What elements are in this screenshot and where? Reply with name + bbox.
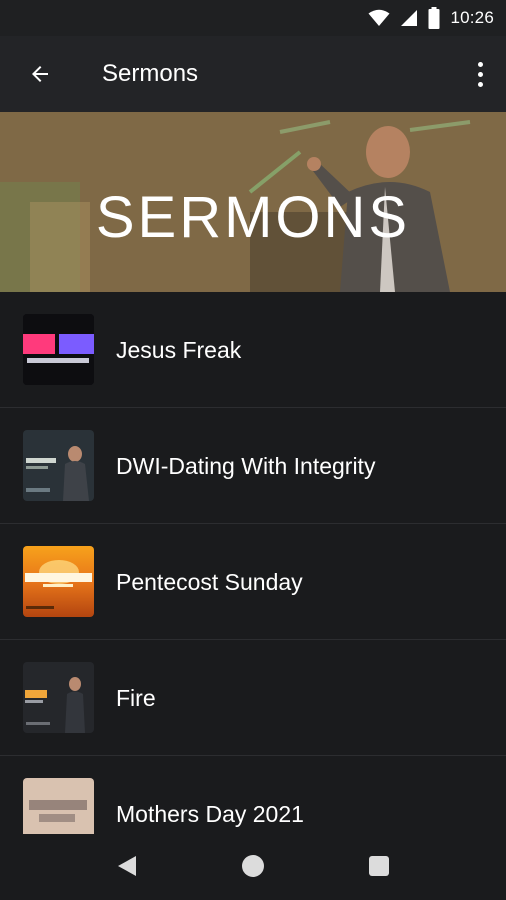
overflow-menu-button[interactable] xyxy=(468,58,492,90)
sermon-thumbnail xyxy=(23,430,94,501)
sermon-thumbnail xyxy=(23,662,94,733)
arrow-back-icon xyxy=(32,66,48,82)
sermon-title: Mothers Day 2021 xyxy=(116,801,304,827)
sermon-title: Fire xyxy=(116,685,156,711)
hero-banner: SERMONS xyxy=(0,112,506,292)
list-item[interactable]: Fire xyxy=(0,640,506,756)
nav-home-icon[interactable] xyxy=(242,855,264,877)
sermon-title: DWI-Dating With Integrity xyxy=(116,453,376,479)
sermon-thumbnail xyxy=(23,314,94,385)
list-item[interactable]: Jesus Freak xyxy=(0,292,506,408)
sermon-list: Jesus Freak DWI-Dating With Integrity Pe… xyxy=(0,292,506,872)
page-title: Sermons xyxy=(102,60,199,87)
nav-back-icon[interactable] xyxy=(117,855,137,877)
list-item[interactable]: Pentecost Sunday xyxy=(0,524,506,640)
sermon-thumbnail xyxy=(23,546,94,617)
more-vert-icon xyxy=(477,61,483,67)
back-button[interactable] xyxy=(22,56,58,92)
list-item[interactable]: DWI-Dating With Integrity xyxy=(0,408,506,524)
cell-signal-icon xyxy=(401,10,418,26)
hero-title: SERMONS xyxy=(95,185,411,250)
system-nav-bar xyxy=(0,834,506,900)
status-time: 10:26 xyxy=(450,8,494,27)
status-icons: 10:26 xyxy=(368,6,494,30)
sermon-title: Jesus Freak xyxy=(116,337,242,363)
wifi-icon xyxy=(368,9,390,26)
sermon-title: Pentecost Sunday xyxy=(116,569,303,595)
nav-recents-icon[interactable] xyxy=(369,856,389,876)
status-bar: 10:26 xyxy=(0,0,506,36)
app-bar: Sermons xyxy=(0,36,506,112)
battery-icon xyxy=(428,7,440,29)
